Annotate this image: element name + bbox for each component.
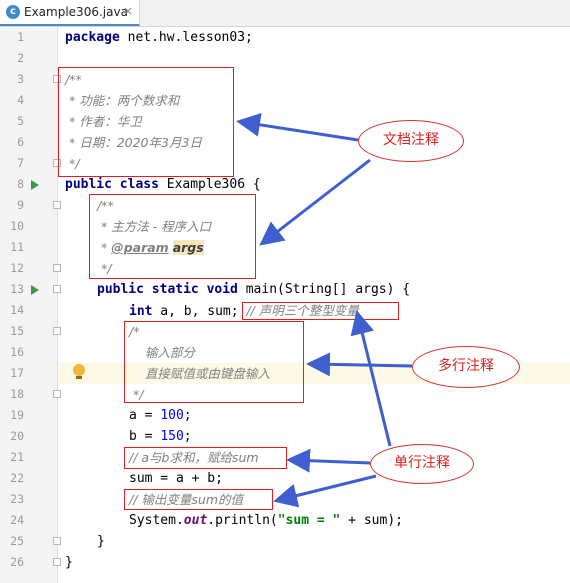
arrow-icon xyxy=(306,352,413,377)
annotation-arrows xyxy=(236,112,413,508)
arrow-icon xyxy=(273,474,377,508)
arrow-icon xyxy=(286,448,371,473)
arrow-icon xyxy=(236,112,359,142)
arrow-icon xyxy=(259,158,371,246)
arrow-icon xyxy=(350,310,392,447)
